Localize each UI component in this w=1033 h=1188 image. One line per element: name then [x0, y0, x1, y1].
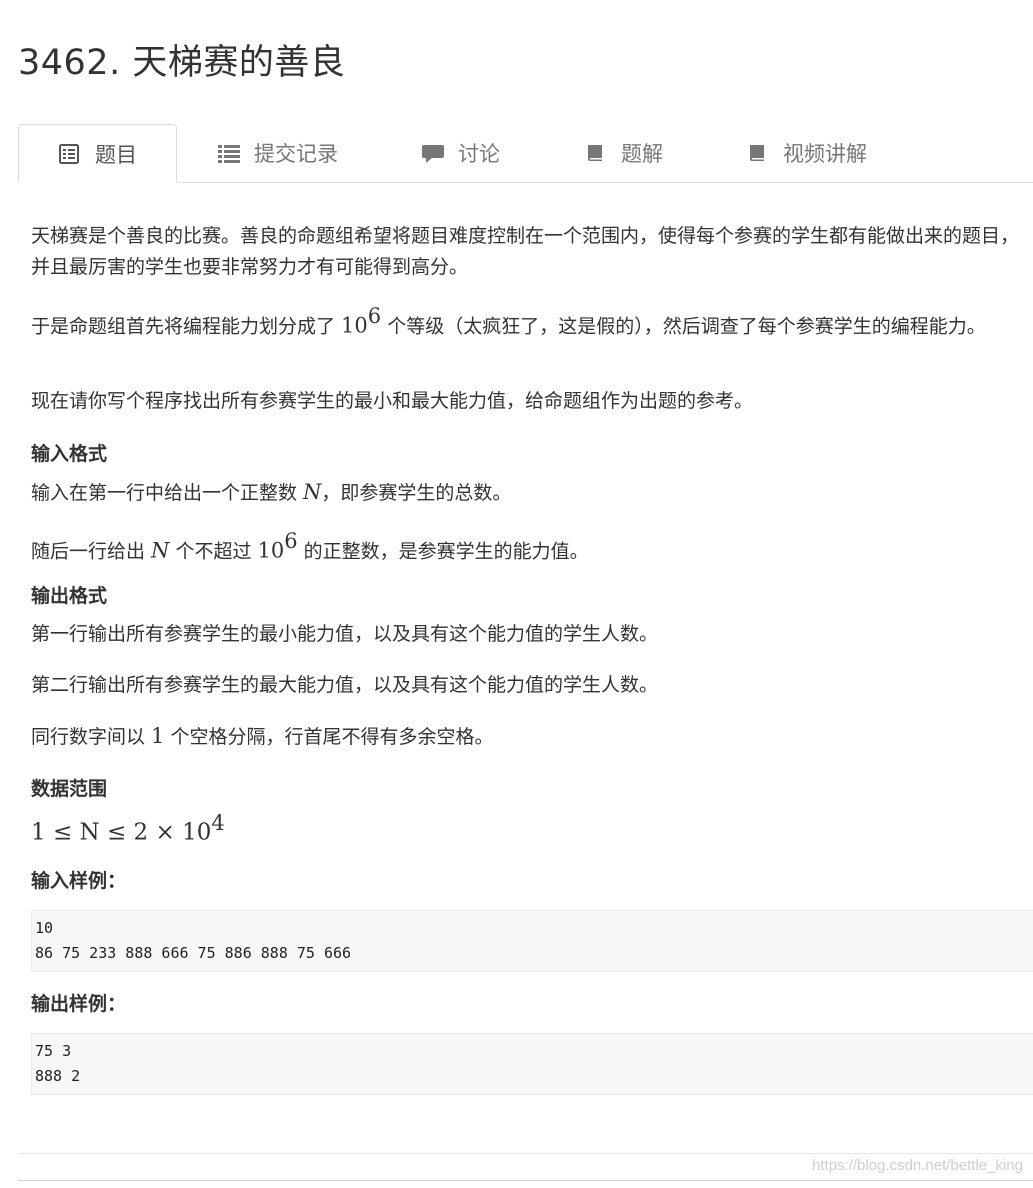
divider: [18, 1153, 1033, 1154]
code-line: 75 3: [35, 1042, 72, 1060]
code-line: 888 2: [35, 1067, 81, 1085]
input-line-2: 随后一行给出 N 个不超过 106 的正整数，是参赛学生的能力值。: [31, 529, 589, 563]
tab-label: 视频讲解: [783, 142, 867, 166]
watermark: https://blog.csdn.net/bettle_king: [812, 1157, 1023, 1174]
output-line-3: 同行数字间以 1 个空格分隔，行首尾不得有多余空格。: [31, 724, 494, 748]
data-range-formula: 1 ≤ N ≤ 2 × 104: [31, 811, 225, 846]
problem-task: 现在请你写个程序找出所有参赛学生的最小和最大能力值，给命题组作为出题的参考。: [31, 390, 754, 412]
tab-label: 提交记录: [254, 142, 338, 166]
input-format-heading: 输入格式: [31, 443, 108, 465]
output-line-2: 第二行输出所有参赛学生的最大能力值，以及具有这个能力值的学生人数。: [31, 674, 659, 696]
sample-input-code: 10 86 75 233 888 666 75 886 888 75 666: [31, 910, 1033, 972]
sample-output-heading: 输出样例：: [31, 993, 127, 1015]
tab-label: 题解: [621, 142, 663, 166]
code-line: 86 75 233 888 666 75 886 888 75 666: [35, 944, 352, 962]
list-icon: [218, 143, 240, 163]
sample-output-code: 75 3 888 2: [31, 1033, 1033, 1095]
doc-icon: [59, 143, 79, 164]
tab-problem[interactable]: 题目: [18, 124, 177, 183]
tab-label: 讨论: [458, 142, 500, 166]
output-format-heading: 输出格式: [31, 585, 108, 607]
tab-bar: 题目 提交记录 讨论 题解 视频讲解: [18, 124, 1033, 183]
problem-description: 天梯赛是个善良的比赛。善良的命题组希望将题目难度控制在一个范围内，使得每个参赛的…: [31, 225, 1020, 278]
problem-levels: 于是命题组首先将编程能力划分成了 106 个等级（太疯狂了，这是假的），然后调查…: [31, 304, 986, 338]
tab-solutions[interactable]: 题解: [585, 124, 663, 182]
comment-icon: [422, 143, 444, 163]
sample-input-heading: 输入样例：: [31, 870, 127, 892]
code-line: 10: [35, 919, 54, 937]
book-icon: [747, 143, 767, 163]
tab-submissions[interactable]: 提交记录: [218, 124, 338, 182]
tab-label: 题目: [95, 142, 137, 167]
book-icon: [585, 143, 605, 163]
tab-video[interactable]: 视频讲解: [747, 124, 867, 182]
divider: [18, 1180, 1033, 1181]
tab-discussion[interactable]: 讨论: [422, 124, 500, 182]
page-title: 3462. 天梯赛的善良: [18, 43, 346, 83]
input-line-1: 输入在第一行中给出一个正整数 N，即参赛学生的总数。: [31, 480, 512, 504]
output-line-1: 第一行输出所有参赛学生的最小能力值，以及具有这个能力值的学生人数。: [31, 623, 659, 645]
data-range-heading: 数据范围: [31, 778, 108, 800]
